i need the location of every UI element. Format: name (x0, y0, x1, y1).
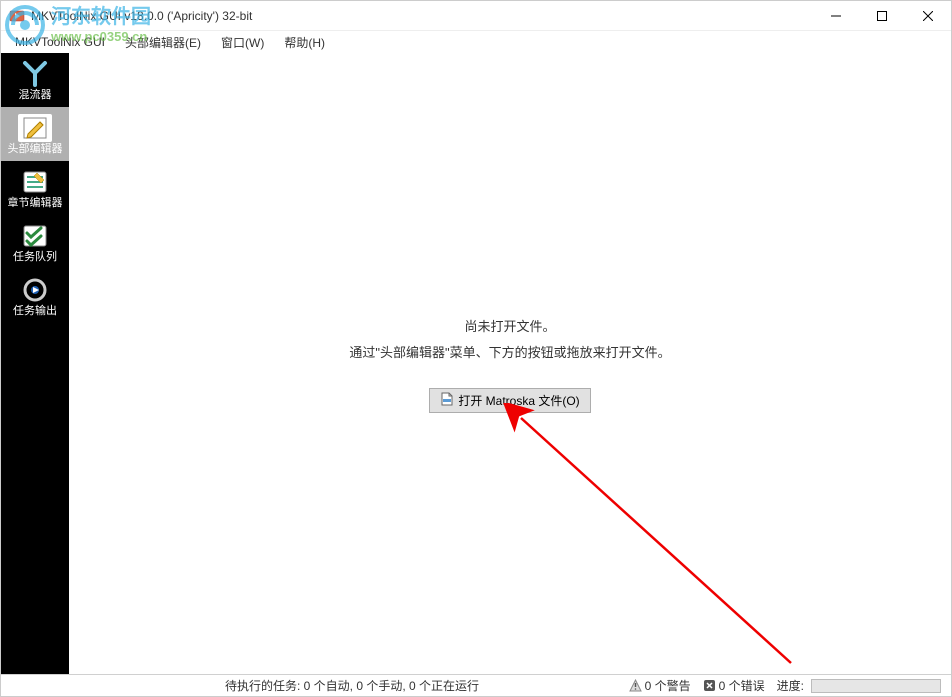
warning-icon (629, 679, 642, 692)
mux-icon (18, 60, 52, 88)
menu-mkvtoolnix-gui[interactable]: MKVToolNix GUI (5, 33, 115, 51)
status-warnings: 0 个警告 (623, 677, 697, 694)
main-area: 尚未打开文件。 通过"头部编辑器"菜单、下方的按钮或拖放来打开文件。 打开 Ma… (69, 53, 951, 674)
file-icon (440, 392, 454, 409)
maximize-button[interactable] (859, 1, 905, 30)
window-title: MKVToolNix GUI v18.0.0 ('Apricity') 32-b… (31, 9, 813, 23)
body-area: 混流器 头部编辑器 章节编辑器 (1, 53, 951, 674)
minimize-button[interactable] (813, 1, 859, 30)
sidebar-item-label: 任务队列 (13, 252, 57, 263)
sidebar-item-header-editor[interactable]: 头部编辑器 (1, 107, 69, 161)
window-controls (813, 1, 951, 30)
progress-bar (811, 679, 941, 693)
close-button[interactable] (905, 1, 951, 30)
titlebar: MKVToolNix GUI v18.0.0 ('Apricity') 32-b… (1, 1, 951, 31)
statusbar: 待执行的任务: 0 个自动, 0 个手动, 0 个正在运行 0 个警告 0 个错… (1, 674, 951, 696)
app-icon (9, 8, 25, 24)
sidebar-item-label: 混流器 (19, 90, 52, 101)
menu-window[interactable]: 窗口(W) (211, 32, 274, 53)
chapter-icon (18, 168, 52, 196)
output-icon (18, 276, 52, 304)
queue-icon (18, 222, 52, 250)
sidebar-item-label: 头部编辑器 (8, 144, 63, 155)
sidebar-item-job-queue[interactable]: 任务队列 (1, 215, 69, 269)
menubar: MKVToolNix GUI 头部编辑器(E) 窗口(W) 帮助(H) (1, 31, 951, 53)
open-button-label: 打开 Matroska 文件(O) (458, 392, 579, 409)
sidebar-item-label: 章节编辑器 (8, 198, 63, 209)
menu-help[interactable]: 帮助(H) (274, 32, 335, 53)
sidebar-item-chapter-editor[interactable]: 章节编辑器 (1, 161, 69, 215)
empty-line1: 尚未打开文件。 (349, 314, 670, 340)
sidebar: 混流器 头部编辑器 章节编辑器 (1, 53, 69, 674)
sidebar-item-muxer[interactable]: 混流器 (1, 53, 69, 107)
sidebar-item-job-output[interactable]: 任务输出 (1, 269, 69, 323)
menu-header-editor[interactable]: 头部编辑器(E) (115, 32, 211, 53)
empty-state: 尚未打开文件。 通过"头部编辑器"菜单、下方的按钮或拖放来打开文件。 (349, 314, 670, 366)
open-matroska-button[interactable]: 打开 Matroska 文件(O) (429, 388, 590, 413)
edit-icon (18, 114, 52, 142)
status-progress: 进度: (771, 677, 947, 694)
error-icon (703, 679, 716, 692)
empty-line2: 通过"头部编辑器"菜单、下方的按钮或拖放来打开文件。 (349, 340, 670, 366)
status-errors: 0 个错误 (697, 677, 771, 694)
sidebar-item-label: 任务输出 (13, 306, 57, 317)
status-pending: 待执行的任务: 0 个自动, 0 个手动, 0 个正在运行 (225, 677, 479, 694)
